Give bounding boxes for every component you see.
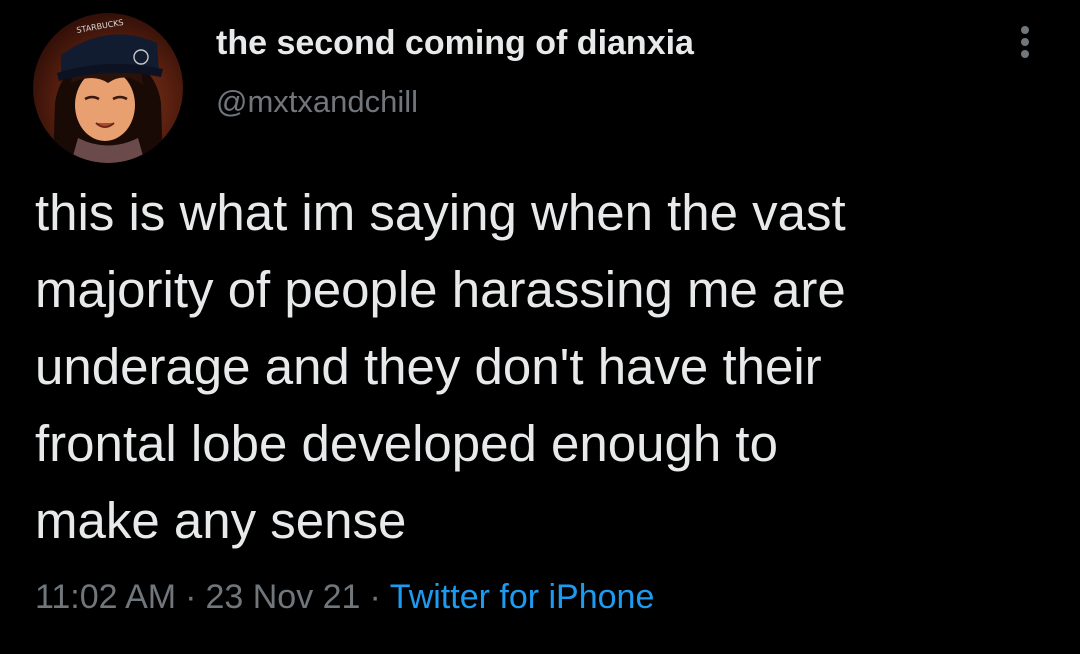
display-name[interactable]: the second coming of dianxia xyxy=(216,24,694,63)
avatar-cap-text: STARBUCKS xyxy=(76,18,124,35)
tweet-metadata: 11:02 AM · 23 Nov 21 · Twitter for iPhone xyxy=(35,578,654,617)
more-options-button[interactable] xyxy=(1008,22,1042,62)
separator: · xyxy=(369,578,381,616)
tweet-text-line: underage and they don't have their xyxy=(35,338,822,395)
tweet-text: this is what im saying when the vast maj… xyxy=(35,174,1045,559)
tweet-text-line: frontal lobe developed enough to xyxy=(35,415,778,472)
tweet-text-line: make any sense xyxy=(35,492,407,549)
tweet: STARBUCKS the second coming of dianxia @… xyxy=(0,0,1080,654)
user-handle[interactable]: @mxtxandchill xyxy=(216,84,418,120)
tweet-date[interactable]: 23 Nov 21 xyxy=(205,578,360,616)
tweet-source-link[interactable]: Twitter for iPhone xyxy=(390,578,655,616)
tweet-time[interactable]: 11:02 AM xyxy=(35,578,176,616)
avatar[interactable]: STARBUCKS xyxy=(33,13,183,163)
separator: · xyxy=(185,578,197,616)
tweet-text-line: majority of people harassing me are xyxy=(35,261,846,318)
tweet-text-line: this is what im saying when the vast xyxy=(35,184,846,241)
avatar-image: STARBUCKS xyxy=(53,18,163,163)
